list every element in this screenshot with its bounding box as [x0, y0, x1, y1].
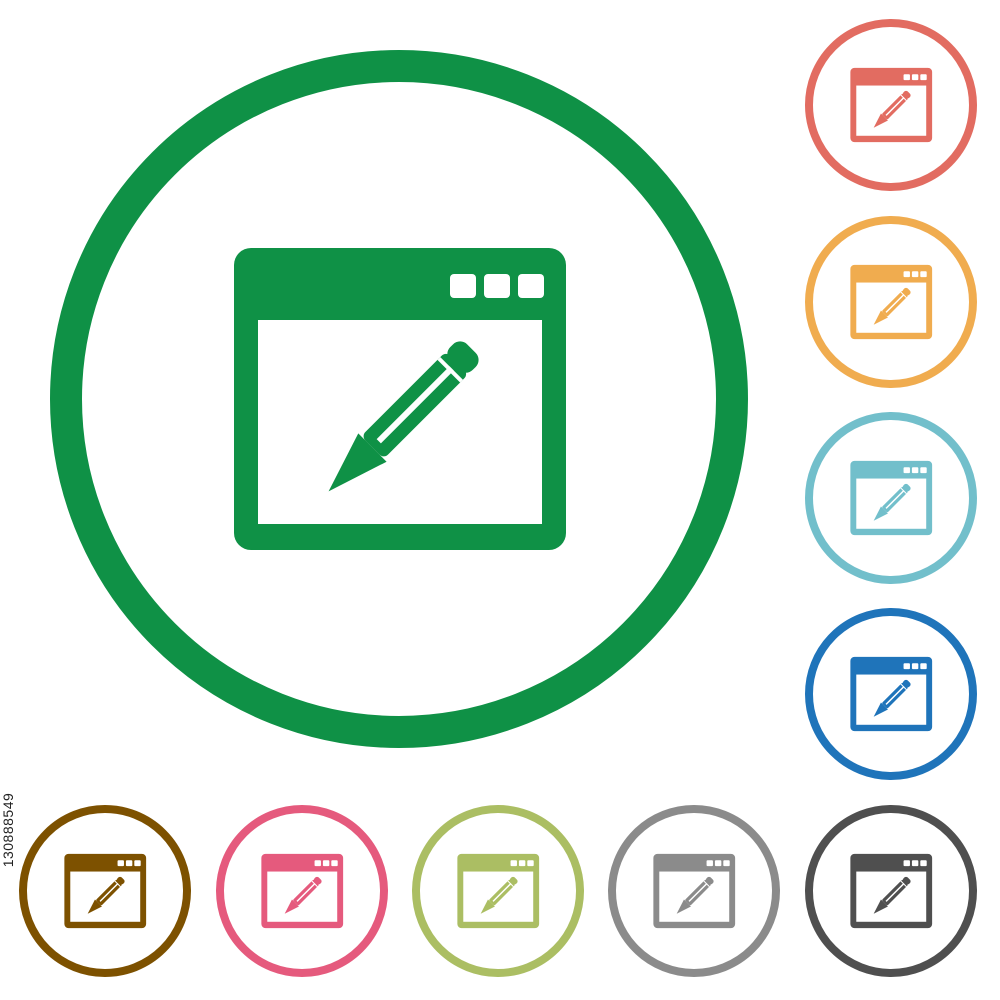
- window-control-dot-2: [322, 860, 330, 867]
- window-control-dot-1: [117, 860, 124, 867]
- window-control-dot-2: [911, 663, 919, 670]
- window-control-dot-3: [134, 860, 141, 867]
- window-control-dot-2: [911, 74, 919, 81]
- window-control-dot-1: [314, 860, 321, 867]
- application-window-icon: [850, 656, 933, 732]
- window-control-dot-2: [911, 860, 919, 867]
- window-control-dot-1: [510, 860, 517, 867]
- icon-small-application-edit: [805, 412, 977, 584]
- icon-small-application-edit: [412, 805, 584, 977]
- window-control-dot-3: [920, 860, 927, 867]
- application-window-icon: [850, 853, 933, 929]
- icon-small-application-edit: [216, 805, 388, 977]
- icon-set-page: { "stock_id": "130888549", "icon": "appl…: [0, 0, 1000, 1000]
- window-control-dot-1: [903, 860, 910, 867]
- window-control-dot-1: [903, 467, 910, 474]
- window-control-dot-3: [920, 74, 927, 81]
- application-window-icon: [234, 248, 566, 550]
- application-window-icon: [850, 67, 933, 143]
- window-control-dot-2: [714, 860, 722, 867]
- application-window-icon: [850, 460, 933, 536]
- window-control-dot-3: [527, 860, 534, 867]
- window-control-dot-2: [484, 274, 510, 298]
- application-window-icon: [64, 853, 147, 929]
- window-control-dot-2: [518, 860, 526, 867]
- icon-small-application-edit: [805, 805, 977, 977]
- window-control-dot-1: [903, 74, 910, 81]
- window-control-dot-1: [450, 274, 476, 298]
- window-control-dot-1: [903, 271, 910, 278]
- application-window-icon: [457, 853, 540, 929]
- icon-small-application-edit: [805, 608, 977, 780]
- window-control-dot-1: [706, 860, 713, 867]
- application-window-icon: [850, 264, 933, 340]
- window-control-dot-3: [518, 274, 544, 298]
- icons-layer: [19, 19, 977, 977]
- icon-large-application-edit: [50, 50, 748, 748]
- window-control-dot-3: [331, 860, 338, 867]
- window-control-dot-3: [920, 467, 927, 474]
- application-window-icon: [261, 853, 344, 929]
- window-control-dot-3: [723, 860, 730, 867]
- icon-small-application-edit: [805, 216, 977, 388]
- application-window-icon: [653, 853, 736, 929]
- window-control-dot-3: [920, 271, 927, 278]
- window-control-dot-2: [125, 860, 133, 867]
- window-control-dot-2: [911, 271, 919, 278]
- icon-small-application-edit: [805, 19, 977, 191]
- icon-small-application-edit: [608, 805, 780, 977]
- icon-set-canvas: [19, 19, 977, 977]
- window-control-dot-1: [903, 663, 910, 670]
- window-control-dot-3: [920, 663, 927, 670]
- stock-id: 130888549: [0, 792, 16, 868]
- icon-small-application-edit: [19, 805, 191, 977]
- window-control-dot-2: [911, 467, 919, 474]
